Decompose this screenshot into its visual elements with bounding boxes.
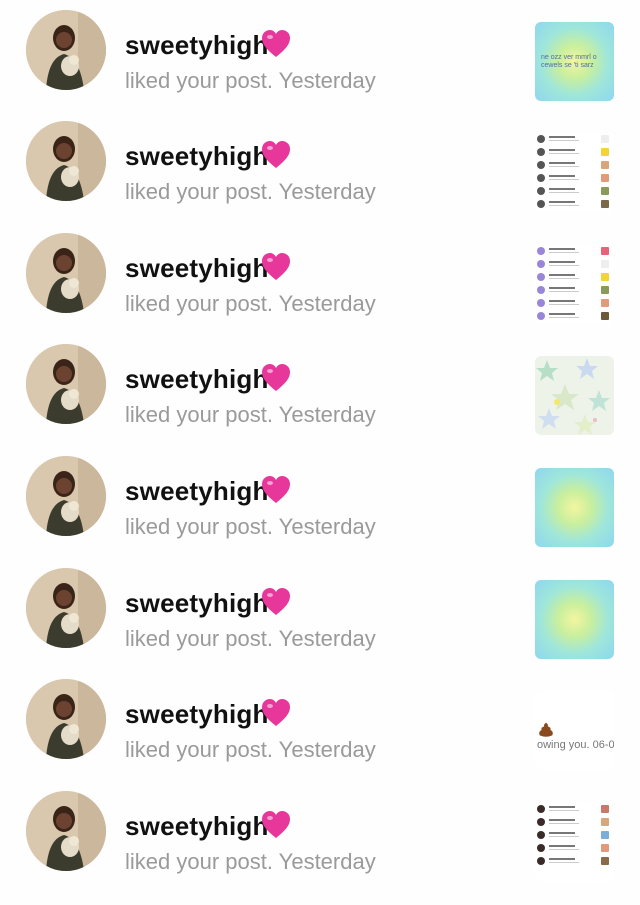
avatar[interactable] [26, 233, 106, 313]
notification-row[interactable]: sweetyhigh liked your post. Yesterday ow… [0, 679, 640, 793]
pink-heart-icon [262, 476, 290, 503]
pink-heart-icon [262, 588, 290, 615]
post-thumbnail[interactable] [535, 468, 614, 547]
notification-text: liked your post. Yesterday [125, 291, 376, 316]
avatar[interactable] [26, 344, 106, 424]
username[interactable]: sweetyhigh [125, 811, 269, 842]
username[interactable]: sweetyhigh [125, 30, 269, 61]
post-thumbnail[interactable] [535, 803, 614, 882]
pink-heart-icon [262, 30, 290, 57]
pink-heart-icon [262, 699, 290, 726]
username[interactable]: sweetyhigh [125, 253, 269, 284]
pink-heart-icon [262, 364, 290, 391]
pink-heart-icon [262, 253, 290, 280]
avatar[interactable] [26, 679, 106, 759]
post-thumbnail[interactable]: owing you. 06-05 [535, 691, 614, 770]
avatar[interactable] [26, 121, 106, 201]
notification-text: liked your post. Yesterday [125, 737, 376, 762]
avatar[interactable] [26, 791, 106, 871]
notification-text: liked your post. Yesterday [125, 849, 376, 874]
post-thumbnail[interactable] [535, 245, 614, 324]
notification-row[interactable]: sweetyhigh liked your post. Yesterday [0, 121, 640, 235]
thumbnail-caption: owing you. 06-05 [537, 739, 614, 751]
pink-heart-icon [262, 811, 290, 838]
poop-emoji-icon [539, 722, 553, 737]
avatar[interactable] [26, 456, 106, 536]
notification-row[interactable]: sweetyhigh liked your post. Yesterday ne… [0, 10, 640, 124]
notification-row[interactable]: sweetyhigh liked your post. Yesterday [0, 344, 640, 458]
notification-text: liked your post. Yesterday [125, 179, 376, 204]
notification-row[interactable]: sweetyhigh liked your post. Yesterday [0, 568, 640, 682]
avatar[interactable] [26, 10, 106, 90]
notification-text: liked your post. Yesterday [125, 402, 376, 427]
avatar[interactable] [26, 568, 106, 648]
notification-row[interactable]: sweetyhigh liked your post. Yesterday [0, 233, 640, 347]
notification-text: liked your post. Yesterday [125, 514, 376, 539]
notification-text: liked your post. Yesterday [125, 626, 376, 651]
post-thumbnail[interactable] [535, 356, 614, 435]
username[interactable]: sweetyhigh [125, 364, 269, 395]
notification-row[interactable]: sweetyhigh liked your post. Yesterday [0, 791, 640, 905]
notification-text: liked your post. Yesterday [125, 68, 376, 93]
post-thumbnail[interactable] [535, 580, 614, 659]
username[interactable]: sweetyhigh [125, 588, 269, 619]
post-thumbnail[interactable] [535, 133, 614, 212]
username[interactable]: sweetyhigh [125, 699, 269, 730]
notification-row[interactable]: sweetyhigh liked your post. Yesterday [0, 456, 640, 570]
thumbnail-caption: ne ozz ver mmrl o cewels se 'ti sarz [541, 54, 597, 69]
username[interactable]: sweetyhigh [125, 476, 269, 507]
pink-heart-icon [262, 141, 290, 168]
stars-pattern-icon [536, 358, 610, 435]
post-thumbnail[interactable]: ne ozz ver mmrl o cewels se 'ti sarz [535, 22, 614, 101]
username[interactable]: sweetyhigh [125, 141, 269, 172]
